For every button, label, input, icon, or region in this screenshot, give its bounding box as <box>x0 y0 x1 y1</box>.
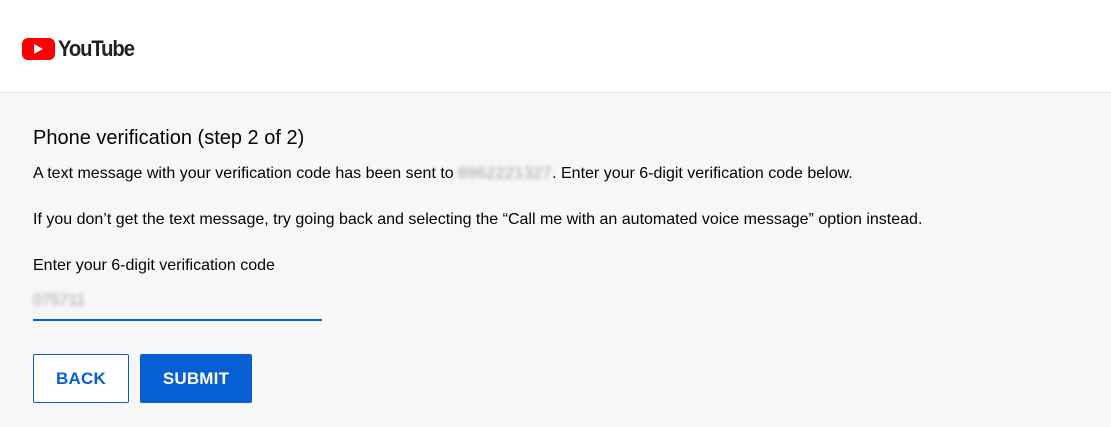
sent-message-suffix: . Enter your 6-digit verification code b… <box>552 165 853 182</box>
sent-message-prefix: A text message with your verification co… <box>33 165 459 182</box>
phone-number: 8962221327 <box>458 165 553 182</box>
brand-name: YouTube <box>58 36 135 61</box>
submit-button[interactable]: SUBMIT <box>140 354 252 403</box>
youtube-logo[interactable]: YouTube <box>22 36 140 62</box>
back-button[interactable]: BACK <box>33 354 129 403</box>
verification-code-input[interactable] <box>33 285 322 321</box>
fallback-instructions: If you don’t get the text message, try g… <box>33 211 923 228</box>
code-field-label: Enter your 6-digit verification code <box>33 257 275 274</box>
page-title: Phone verification (step 2 of 2) <box>33 127 305 149</box>
youtube-play-icon <box>22 38 55 60</box>
sent-message: A text message with your verification co… <box>33 165 853 183</box>
top-bar: YouTube <box>0 0 1111 93</box>
